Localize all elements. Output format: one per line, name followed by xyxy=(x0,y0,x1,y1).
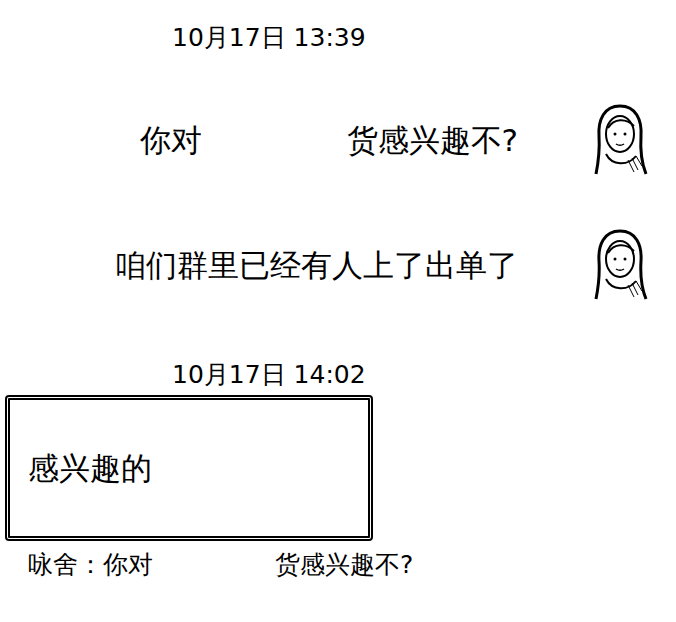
message-row: 你对货感兴趣不? xyxy=(0,100,676,180)
timestamp: 10月17日 13:39 xyxy=(0,20,676,56)
message-text[interactable]: 咱们群里已经有人上了出单了 xyxy=(115,245,518,285)
message-text[interactable]: 你对货感兴趣不? xyxy=(140,120,518,160)
avatar-icon[interactable] xyxy=(590,100,650,180)
avatar-icon[interactable] xyxy=(590,225,650,305)
timestamp: 10月17日 14:02 xyxy=(0,357,676,393)
reply-bubble[interactable]: 感兴趣的 xyxy=(5,395,373,541)
message-row: 咱们群里已经有人上了出单了 xyxy=(0,225,676,305)
quoted-message[interactable]: 咏舍：你对货感兴趣不? xyxy=(0,548,676,582)
chat-page: 10月17日 13:39 你对货感兴趣不? 咱们群里已经有人上了出单了 10月17日 … xyxy=(0,0,676,622)
